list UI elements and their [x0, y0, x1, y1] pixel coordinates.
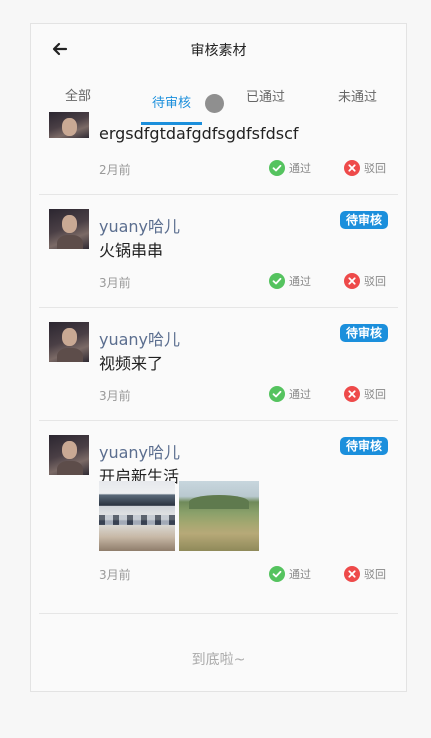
approve-label: 通过 [289, 388, 311, 401]
list-item: yuany哈儿 待审核 火锅串串 3月前 通过 驳回 [39, 195, 398, 308]
header: 审核素材 [31, 24, 406, 76]
approve-label: 通过 [289, 162, 311, 175]
check-circle-icon [269, 160, 285, 176]
list-item: yuany哈儿 待审核 开启新生活 3月前 通过 驳回 [39, 421, 398, 614]
approve-button[interactable]: 通过 [269, 386, 311, 402]
end-of-list-text: 到底啦~ [191, 652, 246, 668]
close-circle-icon [344, 386, 360, 402]
reject-label: 驳回 [364, 568, 386, 581]
reject-label: 驳回 [364, 388, 386, 401]
item-content: ergsdfgtdafgdfsgdfsfdscf [99, 124, 299, 143]
item-time: 3月前 [99, 568, 131, 582]
tab-pending[interactable]: 待审核 [152, 92, 191, 111]
reject-button[interactable]: 驳回 [344, 386, 386, 402]
item-content: 火锅串串 [99, 241, 164, 260]
reject-button[interactable]: 驳回 [344, 273, 386, 289]
username[interactable]: yuany哈儿 [99, 439, 180, 463]
item-time: 3月前 [99, 389, 131, 403]
avatar [49, 322, 89, 362]
close-circle-icon [344, 566, 360, 582]
page-title: 审核素材 [190, 43, 247, 59]
approve-button[interactable]: 通过 [269, 566, 311, 582]
tab-approved[interactable]: 已通过 [246, 86, 285, 105]
review-list: ergsdfgtdafgdfsgdfsfdscf 2月前 通过 驳回 yuany… [31, 112, 406, 614]
image-thumbnail[interactable] [179, 481, 259, 551]
reject-button[interactable]: 驳回 [344, 566, 386, 582]
list-item: yuany哈儿 待审核 视频来了 3月前 通过 驳回 [39, 308, 398, 421]
close-circle-icon [344, 273, 360, 289]
avatar [49, 112, 89, 138]
check-circle-icon [269, 386, 285, 402]
item-time: 3月前 [99, 276, 131, 290]
reject-label: 驳回 [364, 162, 386, 175]
list-item: ergsdfgtdafgdfsgdfsfdscf 2月前 通过 驳回 [39, 112, 398, 195]
approve-label: 通过 [289, 568, 311, 581]
status-badge: 待审核 [339, 324, 388, 342]
app-frame: 审核素材 全部 待审核 已通过 未通过 ergsdfgtdafgdfsgdfsf… [30, 23, 407, 692]
status-badge: 待审核 [339, 211, 388, 229]
item-time: 2月前 [99, 163, 131, 177]
tab-rejected[interactable]: 未通过 [338, 86, 377, 105]
item-content: 视频来了 [99, 354, 164, 373]
avatar [49, 209, 89, 249]
approve-button[interactable]: 通过 [269, 160, 311, 176]
username[interactable]: yuany哈儿 [99, 213, 180, 237]
reject-button[interactable]: 驳回 [344, 160, 386, 176]
drag-handle[interactable] [205, 94, 224, 113]
tab-all[interactable]: 全部 [65, 85, 91, 104]
approve-label: 通过 [289, 275, 311, 288]
check-circle-icon [269, 566, 285, 582]
username[interactable]: yuany哈儿 [99, 326, 180, 350]
check-circle-icon [269, 273, 285, 289]
avatar [49, 435, 89, 475]
status-badge: 待审核 [339, 437, 388, 455]
reject-label: 驳回 [364, 275, 386, 288]
close-circle-icon [344, 160, 360, 176]
approve-button[interactable]: 通过 [269, 273, 311, 289]
image-thumbnail[interactable] [99, 481, 175, 551]
